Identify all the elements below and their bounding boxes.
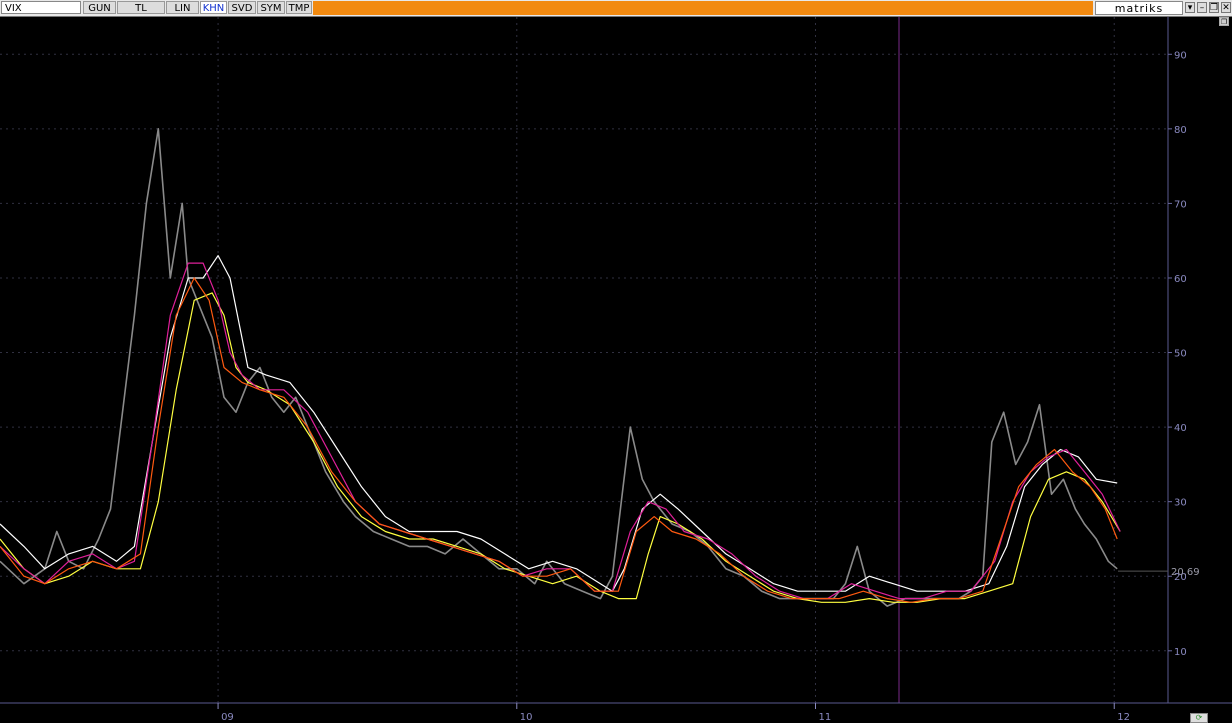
last-value-label: 20.69 — [1171, 567, 1200, 578]
minimize-icon[interactable]: – — [1197, 2, 1207, 13]
toolbar: VIX GUN TL LIN KHN SVD SYM TMP matriks ▾… — [0, 0, 1232, 17]
close-icon[interactable]: ✕ — [1221, 2, 1231, 13]
tab-gun[interactable]: GUN — [83, 1, 116, 14]
y-tick-label: 40 — [1174, 423, 1187, 434]
tab-svd[interactable]: SVD — [228, 1, 256, 14]
x-tick-label: 09 — [221, 712, 234, 723]
y-tick-label: 90 — [1174, 50, 1187, 61]
series-ma_magenta — [0, 262, 1121, 600]
y-tick-label: 70 — [1174, 199, 1187, 210]
y-tick-label: 50 — [1174, 349, 1187, 360]
tab-khn[interactable]: KHN — [200, 1, 227, 14]
refresh-icon[interactable]: ⟳ — [1190, 713, 1208, 723]
restore-icon[interactable]: ❐ — [1209, 2, 1219, 13]
tab-sym[interactable]: SYM — [257, 1, 285, 14]
vix-chart[interactable]: 10203040506070809020.6909 10 11 12 — [0, 17, 1232, 723]
tab-tmp[interactable]: TMP — [286, 1, 312, 14]
dropdown-icon[interactable]: ▾ — [1185, 2, 1195, 13]
x-tick-label: 11 — [819, 712, 832, 723]
y-tick-label: 10 — [1174, 647, 1187, 658]
tab-lin[interactable]: LIN — [166, 1, 199, 14]
series-ma_white — [0, 255, 1118, 592]
title-bar — [313, 1, 1093, 15]
symbol-field[interactable]: VIX — [1, 1, 81, 14]
x-tick-label: 12 — [1117, 712, 1130, 723]
x-tick-label: 10 — [520, 712, 533, 723]
y-tick-label: 80 — [1174, 125, 1187, 136]
series-ma_yellow — [0, 292, 1121, 603]
brand-logo: matriks — [1095, 1, 1183, 15]
y-tick-label: 60 — [1174, 274, 1187, 285]
tab-tl[interactable]: TL — [117, 1, 165, 14]
y-tick-label: 30 — [1174, 498, 1187, 509]
